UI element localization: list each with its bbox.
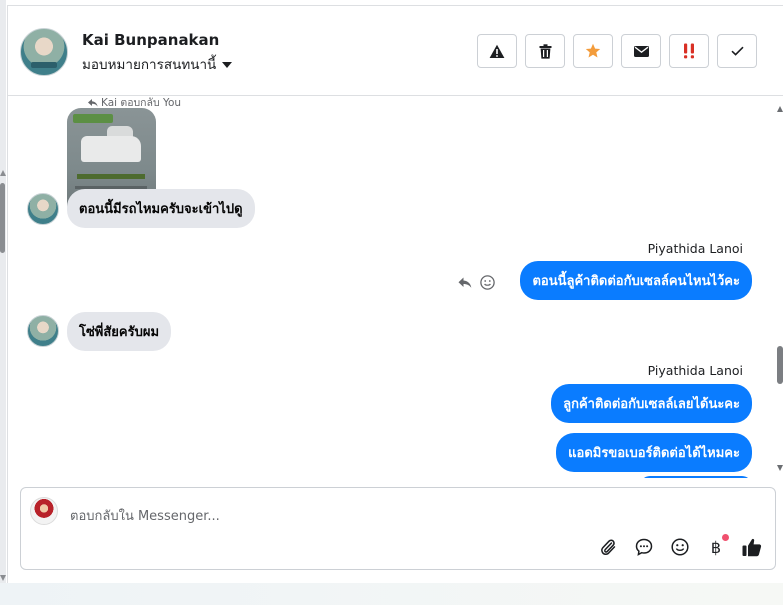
- outgoing-message[interactable]: ตอนนี้ลูค้าติดต่อกับเซลล์คนไหนไว้คะ: [520, 261, 752, 300]
- thumbs-up-icon: [742, 538, 762, 556]
- sender-name: Piyathida Lanoi: [647, 241, 743, 256]
- outgoing-message-partial[interactable]: [640, 476, 752, 478]
- star-icon: [585, 43, 601, 58]
- conversation-panel: Kai Bunpanakan มอบหมายการสนทนานี้ Kai ตอ…: [7, 5, 783, 583]
- mark-spam-button[interactable]: [477, 34, 517, 68]
- warning-icon: [489, 44, 505, 58]
- payment-button[interactable]: ฿: [705, 534, 729, 558]
- outgoing-message[interactable]: ลูกค้าติดต่อกับเซลล์เลยได้นะคะ: [551, 384, 752, 423]
- caret-down-icon: [222, 61, 233, 68]
- react-smiley-icon[interactable]: [480, 275, 495, 290]
- composer-tools: ฿: [597, 534, 763, 558]
- page-footer-strip: [0, 583, 783, 605]
- attach-button[interactable]: [597, 536, 619, 558]
- mark-important-button[interactable]: [669, 34, 709, 68]
- scroll-down-arrow-icon[interactable]: [0, 575, 6, 581]
- scroll-down-arrow-icon[interactable]: [777, 465, 783, 471]
- paperclip-icon: [601, 539, 616, 556]
- outgoing-message[interactable]: แอดมิรขอเบอร์ติดต่อได้ไหมคะ: [556, 433, 752, 472]
- emoji-button[interactable]: [669, 536, 691, 558]
- mark-done-button[interactable]: [717, 34, 757, 68]
- reply-icon[interactable]: [458, 277, 472, 289]
- message-thread[interactable]: Kai ตอบกลับ You ตอนนี้มีรถไหมครับจะเข้าไ…: [8, 96, 770, 478]
- assign-label: มอบหมายการสนทนานี้: [82, 57, 217, 73]
- page-avatar: [30, 497, 58, 525]
- incoming-message[interactable]: โซ่พี่สัยครับผม: [67, 312, 172, 351]
- saved-replies-button[interactable]: [633, 536, 655, 558]
- scroll-up-arrow-icon[interactable]: [0, 170, 6, 176]
- scrollbar-thumb[interactable]: [777, 346, 783, 384]
- contact-avatar-small[interactable]: [27, 315, 59, 347]
- header-actions: [477, 34, 757, 68]
- notification-dot: [722, 534, 729, 541]
- reply-arrow-icon: [88, 98, 98, 107]
- envelope-icon: [633, 45, 649, 57]
- chat-bubble-icon: [635, 538, 653, 556]
- contact-avatar[interactable]: [20, 28, 68, 76]
- left-scrollbar[interactable]: [0, 0, 6, 583]
- star-button[interactable]: [573, 34, 613, 68]
- thread-scrollbar[interactable]: [775, 100, 783, 472]
- checkmark-icon: [730, 46, 744, 56]
- incoming-message[interactable]: ตอนนี้มีรถไหมครับจะเข้าไปดู: [67, 189, 255, 228]
- scroll-up-arrow-icon[interactable]: [777, 106, 783, 112]
- smiley-icon: [671, 538, 689, 556]
- assign-conversation-dropdown[interactable]: มอบหมายการสนทนานี้: [82, 53, 233, 75]
- baht-icon: ฿: [710, 537, 722, 557]
- delete-button[interactable]: [525, 34, 565, 68]
- trash-icon: [539, 43, 551, 59]
- contact-name[interactable]: Kai Bunpanakan: [82, 31, 219, 49]
- sender-name: Piyathida Lanoi: [647, 363, 743, 378]
- reply-input[interactable]: ตอบกลับใน Messenger...: [70, 505, 220, 526]
- message-tools: [458, 275, 495, 290]
- double-exclamation-icon: [684, 43, 694, 59]
- conversation-header: Kai Bunpanakan มอบหมายการสนทนานี้: [8, 6, 783, 96]
- contact-avatar-small[interactable]: [27, 193, 59, 225]
- mark-unread-button[interactable]: [621, 34, 661, 68]
- scrollbar-thumb[interactable]: [0, 183, 5, 253]
- message-composer[interactable]: ตอบกลับใน Messenger... ฿: [20, 487, 776, 570]
- like-button[interactable]: [741, 536, 763, 558]
